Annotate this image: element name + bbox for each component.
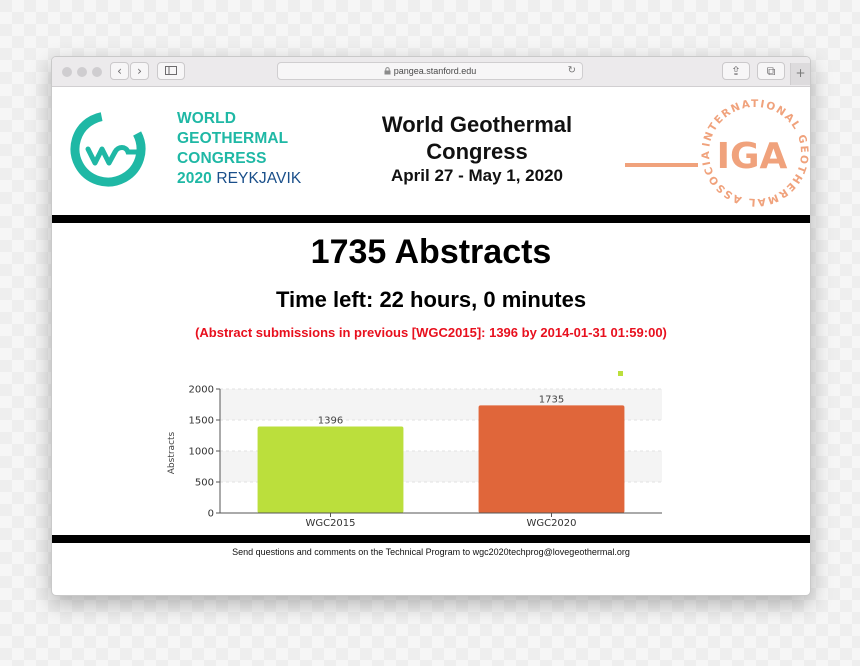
y-axis-label: Abstracts — [167, 431, 177, 474]
new-tab-button[interactable]: + — [790, 63, 810, 85]
y-tick-label: 500 — [195, 478, 214, 489]
abstracts-bar-chart: 1396 1735 0 500 1000 1500 2000 WGC2015 WGC2020 A… — [167, 371, 662, 527]
browser-window: ‹ › pangea.stanford.edu ↻ ⇪ ⧉ + WORLD GE… — [51, 56, 811, 596]
wgc-year: 2020 — [177, 170, 212, 187]
zoom-window-button[interactable] — [92, 67, 102, 77]
bar-value-label: 1735 — [539, 394, 564, 405]
share-button[interactable]: ⇪ — [722, 62, 750, 80]
sidebar-toggle-button[interactable] — [157, 62, 185, 80]
reload-icon[interactable]: ↻ — [568, 63, 576, 79]
wgc-line2: GEOTHERMAL — [177, 130, 289, 147]
iga-logo-icon: INTERNATIONAL GEOTHERMAL ASSOCIATION IGA — [622, 89, 809, 208]
sidebar-icon — [165, 66, 177, 75]
page-title: World Geothermal Congress April 27 - May… — [357, 111, 597, 187]
address-bar[interactable]: pangea.stanford.edu ↻ — [277, 62, 583, 80]
y-tick-label: 2000 — [189, 385, 214, 396]
lock-icon — [384, 67, 391, 75]
forward-button[interactable]: › — [130, 62, 149, 80]
share-icon: ⇪ — [730, 64, 742, 78]
tabs-icon: ⧉ — [766, 64, 776, 78]
wgc-line1: WORLD — [177, 110, 237, 127]
header-divider — [52, 215, 810, 223]
title-line2: Congress — [426, 139, 528, 164]
previous-submissions-note: (Abstract submissions in previous [WGC20… — [195, 325, 667, 340]
legend-swatch — [618, 371, 623, 376]
bar-wgc2020 — [478, 405, 625, 513]
y-tick-label: 1000 — [189, 447, 214, 458]
minimize-window-button[interactable] — [77, 67, 87, 77]
title-line1: World Geothermal — [381, 112, 573, 137]
bar-wgc2015 — [257, 426, 404, 513]
abstracts-count: 1735 Abstracts — [310, 233, 552, 271]
x-tick-label: WGC2020 — [526, 518, 576, 527]
footer-contact: Send questions and comments on the Techn… — [232, 547, 630, 557]
iga-mark: IGA — [717, 136, 788, 177]
bar-value-label: 1396 — [318, 415, 343, 426]
y-tick-label: 0 — [208, 509, 214, 520]
url-text: pangea.stanford.edu — [393, 66, 477, 76]
tabs-overview-button[interactable]: ⧉ — [757, 62, 785, 80]
wgc-wordmark: WORLD GEOTHERMAL CONGRESS 2020 REYKJAVIK — [177, 109, 301, 189]
y-tick-label: 1500 — [189, 416, 214, 427]
browser-toolbar: ‹ › pangea.stanford.edu ↻ ⇪ ⧉ + — [52, 57, 810, 87]
close-window-button[interactable] — [62, 67, 72, 77]
event-dates: April 27 - May 1, 2020 — [391, 166, 563, 185]
time-left: Time left: 22 hours, 0 minutes — [275, 287, 587, 312]
x-tick-label: WGC2015 — [305, 518, 355, 527]
wgc-line3: CONGRESS — [177, 150, 267, 167]
footer-divider — [52, 535, 810, 543]
wgc-city: REYKJAVIK — [216, 170, 302, 187]
back-button[interactable]: ‹ — [110, 62, 129, 80]
page-content: WORLD GEOTHERMAL CONGRESS 2020 REYKJAVIK… — [52, 87, 810, 595]
wgc-logo-icon — [70, 111, 146, 187]
